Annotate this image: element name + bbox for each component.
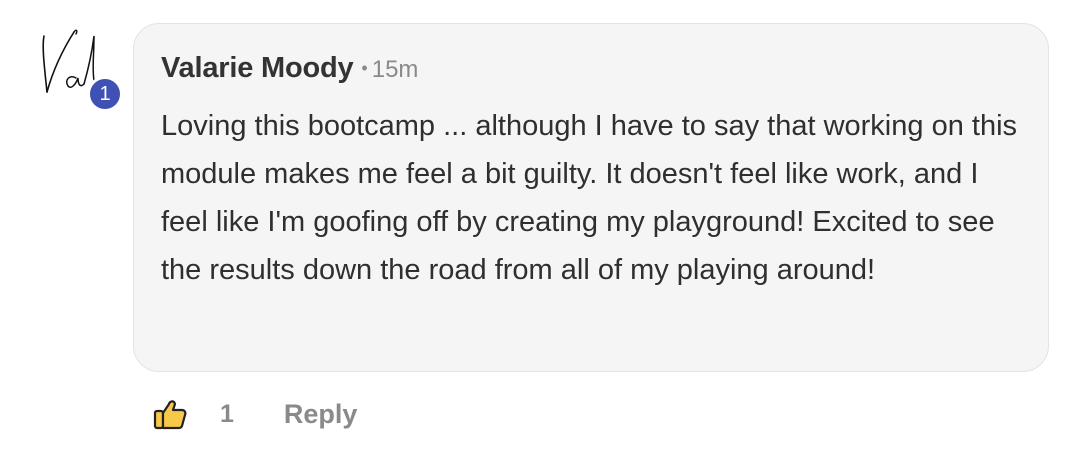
comment-header: Valarie Moody • 15m (161, 52, 418, 85)
separator-dot: • (361, 58, 368, 78)
avatar[interactable]: 1 (36, 24, 128, 112)
reply-button[interactable]: Reply (284, 399, 358, 430)
like-button[interactable] (152, 396, 188, 432)
comment-bubble: Valarie Moody • 15m Loving this bootcamp .… (133, 23, 1049, 372)
author-name[interactable]: Valarie Moody (161, 52, 354, 84)
comment: 1 Valarie Moody • 15m Loving this bootcamp… (0, 0, 1083, 454)
comment-body: Loving this bootcamp ... although I have… (161, 110, 1018, 286)
level-badge: 1 (87, 76, 123, 112)
thumbs-up-icon (153, 400, 187, 430)
like-count: 1 (220, 399, 234, 428)
comment-actions: 1 Reply (152, 392, 357, 436)
timestamp[interactable]: 15m (372, 56, 419, 83)
